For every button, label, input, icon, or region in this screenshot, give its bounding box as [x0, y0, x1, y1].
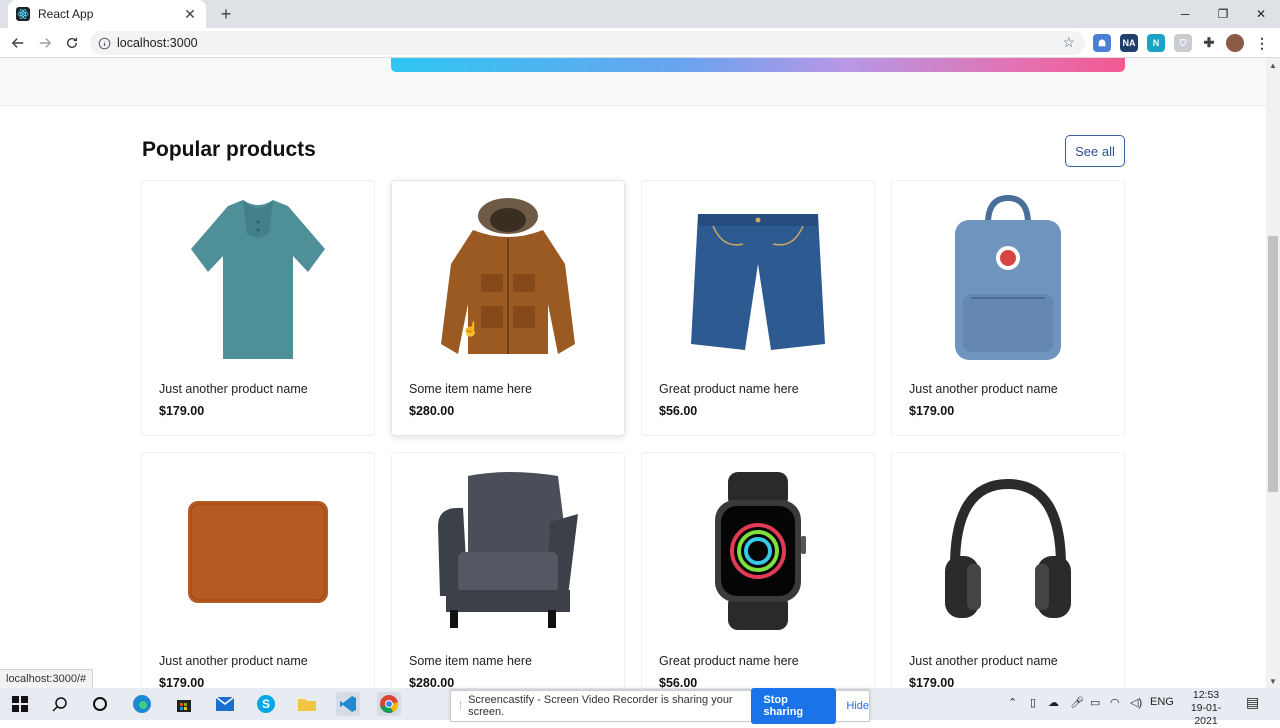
- scrollbar-thumb[interactable]: [1268, 236, 1278, 492]
- microphone-icon[interactable]: 🎤︎: [1070, 696, 1084, 709]
- product-price: $56.00: [659, 404, 698, 418]
- task-view-icon[interactable]: [88, 692, 112, 716]
- product-name: Great product name here: [659, 382, 799, 396]
- section-title: Popular products: [142, 138, 316, 161]
- page-content: Popular products See all Just another pr…: [0, 58, 1266, 688]
- close-window-icon[interactable]: ✕: [1242, 0, 1280, 28]
- product-price: $179.00: [159, 404, 205, 418]
- product-card[interactable]: Just another product name $179.00: [891, 452, 1125, 688]
- address-bar[interactable]: localhost:3000 ☆: [90, 31, 1085, 55]
- denim-shorts-icon: [642, 189, 874, 369]
- product-card[interactable]: Some item name here $280.00 ☝: [391, 180, 625, 436]
- product-name: Just another product name: [909, 382, 1058, 396]
- edge-icon[interactable]: [130, 692, 154, 716]
- tray-chevron-icon[interactable]: ⌃: [1008, 696, 1017, 709]
- language-indicator[interactable]: ENG: [1150, 696, 1174, 708]
- screencastify-message: Screencastify - Screen Video Recorder is…: [468, 694, 733, 718]
- mail-icon[interactable]: [213, 692, 237, 716]
- menu-dots-icon[interactable]: ⋮: [1253, 34, 1271, 52]
- extension-profile-icon[interactable]: ☗: [1093, 34, 1111, 52]
- info-icon[interactable]: [98, 37, 111, 50]
- vscode-icon[interactable]: [336, 692, 360, 716]
- volume-icon[interactable]: ◁): [1130, 696, 1142, 709]
- chrome-icon[interactable]: [377, 692, 401, 716]
- forward-icon[interactable]: [35, 33, 55, 53]
- product-price: $179.00: [159, 676, 205, 688]
- file-explorer-icon[interactable]: [295, 692, 319, 716]
- browser-tab[interactable]: React App ✕: [8, 0, 206, 28]
- store-icon[interactable]: [172, 692, 196, 716]
- windows-start-icon[interactable]: [8, 692, 32, 716]
- drag-handle-icon[interactable]: ⁞: [459, 700, 462, 712]
- smartwatch-icon: [642, 461, 874, 641]
- notifications-icon[interactable]: ▤: [1246, 694, 1259, 711]
- product-price: $179.00: [909, 404, 955, 418]
- restore-icon[interactable]: ❐: [1204, 0, 1242, 28]
- url-text: localhost:3000: [117, 36, 198, 50]
- headphones-icon: [892, 461, 1124, 641]
- status-bar-url: localhost:3000/#: [0, 669, 94, 688]
- screencastify-banner: ⁞ Screencastify - Screen Video Recorder …: [450, 688, 870, 724]
- stop-sharing-button[interactable]: Stop sharing: [751, 688, 837, 724]
- scroll-down-icon[interactable]: ▼: [1266, 674, 1280, 688]
- product-name: Great product name here: [659, 654, 799, 668]
- product-card[interactable]: Just another product name $179.00: [141, 452, 375, 688]
- product-name: Just another product name: [909, 654, 1058, 668]
- product-card[interactable]: Great product name here $56.00: [641, 452, 875, 688]
- product-card[interactable]: Great product name here $56.00: [641, 180, 875, 436]
- hero-gradient-banner: [391, 58, 1125, 72]
- avatar[interactable]: [1226, 34, 1244, 52]
- armchair-icon: [392, 461, 624, 641]
- product-name: Some item name here: [409, 382, 532, 396]
- polo-shirt-icon: [142, 189, 374, 369]
- product-name: Just another product name: [159, 654, 308, 668]
- hide-button[interactable]: Hide: [846, 700, 869, 712]
- tray-device-icon[interactable]: ▯: [1030, 696, 1036, 709]
- see-all-button[interactable]: See all: [1065, 135, 1125, 167]
- browser-toolbar: localhost:3000 ☆ ☗ NA N ⛉ ✚ ⋮: [0, 28, 1280, 58]
- extension-na-icon[interactable]: NA: [1120, 34, 1138, 52]
- browser-tab-strip: React App ✕ + ─ ❐ ✕: [0, 0, 1280, 28]
- extension-shield-icon[interactable]: ⛉: [1174, 34, 1192, 52]
- clock-date: 19-01-2021: [1190, 702, 1222, 727]
- product-price: $280.00: [409, 676, 455, 688]
- new-tab-icon[interactable]: +: [216, 4, 236, 24]
- scroll-up-icon[interactable]: ▲: [1266, 58, 1280, 72]
- clock-time: 12:53: [1192, 689, 1220, 701]
- onedrive-icon[interactable]: ☁: [1048, 696, 1059, 709]
- tab-title: React App: [38, 7, 94, 21]
- minimize-icon[interactable]: ─: [1166, 0, 1204, 28]
- product-card[interactable]: Some item name here $280.00: [391, 452, 625, 688]
- back-icon[interactable]: [8, 33, 28, 53]
- clock[interactable]: 12:53 19-01-2021: [1180, 689, 1232, 728]
- product-card[interactable]: Just another product name $179.00: [141, 180, 375, 436]
- laptop-sleeve-icon: [142, 461, 374, 641]
- reload-icon[interactable]: [62, 33, 82, 53]
- product-name: Just another product name: [159, 382, 308, 396]
- battery-icon[interactable]: ▭: [1090, 696, 1100, 709]
- product-price: $179.00: [909, 676, 955, 688]
- backpack-icon: [892, 189, 1124, 369]
- product-price: $56.00: [659, 676, 698, 688]
- close-tab-icon[interactable]: ✕: [182, 6, 198, 23]
- product-price: $280.00: [409, 404, 455, 418]
- react-logo-icon: [16, 7, 30, 21]
- jacket-icon: [392, 189, 624, 369]
- search-icon[interactable]: [48, 692, 72, 716]
- extension-n-icon[interactable]: N: [1147, 34, 1165, 52]
- product-card[interactable]: Just another product name $179.00: [891, 180, 1125, 436]
- svg-text:S: S: [262, 697, 270, 711]
- star-icon[interactable]: ☆: [1062, 34, 1075, 51]
- product-name: Some item name here: [409, 654, 532, 668]
- cursor-icon: ☝: [462, 321, 480, 337]
- vertical-scrollbar[interactable]: ▲ ▼: [1266, 58, 1280, 688]
- extensions-puzzle-icon[interactable]: ✚: [1200, 34, 1218, 52]
- wifi-icon[interactable]: ◠: [1110, 696, 1120, 709]
- skype-icon[interactable]: S: [254, 692, 278, 716]
